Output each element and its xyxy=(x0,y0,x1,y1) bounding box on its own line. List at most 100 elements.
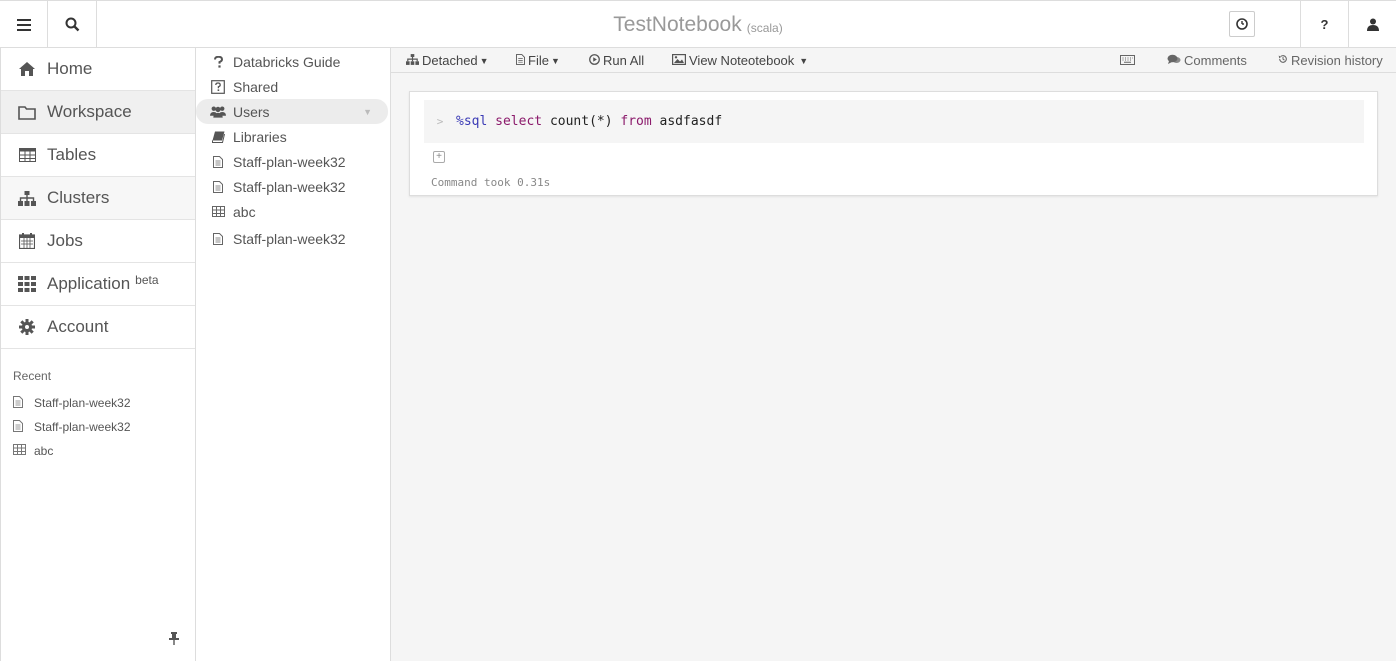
schedule-button[interactable] xyxy=(1229,11,1255,37)
nav-clusters[interactable]: Clusters xyxy=(1,177,195,220)
pin-icon[interactable] xyxy=(169,632,179,648)
file-icon xyxy=(210,180,226,193)
notebook-cell[interactable]: > %sql select count(*) from asdfasdf + C… xyxy=(409,91,1378,196)
table-icon xyxy=(210,206,226,217)
sitemap-icon xyxy=(17,188,37,208)
left-sidebar: Home Workspace Tables Clusters Jobs Appl… xyxy=(0,48,196,661)
recent-item[interactable]: Staff-plan-week32 xyxy=(13,391,195,415)
table-icon xyxy=(13,444,27,458)
nav-clusters-label: Clusters xyxy=(47,188,110,207)
calendar-icon xyxy=(17,231,37,251)
comments-button[interactable]: Comments xyxy=(1167,48,1247,73)
user-menu-button[interactable] xyxy=(1348,1,1396,48)
file-menu-label: File xyxy=(528,53,549,68)
tree-item-shared[interactable]: Shared xyxy=(196,74,390,99)
comments-icon xyxy=(1167,54,1181,68)
run-all-label: Run All xyxy=(603,53,645,68)
workspace-tree: Databricks Guide Shared Users ▼ Librarie… xyxy=(196,48,391,661)
tree-item-label: abc xyxy=(233,203,256,220)
clock-icon xyxy=(1236,18,1248,30)
nav-account-label: Account xyxy=(47,317,109,336)
users-icon xyxy=(210,105,226,118)
play-circle-icon xyxy=(589,53,600,68)
sitemap-icon xyxy=(406,53,419,68)
revision-history-button[interactable]: Revision history xyxy=(1278,48,1383,73)
code-keyword-select: select xyxy=(495,114,543,129)
question-icon xyxy=(210,55,226,68)
file-icon xyxy=(13,419,27,435)
notebook-name[interactable]: TestNotebook xyxy=(613,13,741,37)
nav-home[interactable]: Home xyxy=(1,48,195,91)
comments-label: Comments xyxy=(1184,53,1247,68)
top-bar: TestNotebook (scala) ? xyxy=(0,0,1396,48)
keyboard-shortcuts-button[interactable] xyxy=(1120,48,1135,73)
caret-down-icon[interactable]: ▼ xyxy=(363,107,372,117)
caret-down-icon: ▼ xyxy=(799,55,809,66)
caret-down-icon: ▼ xyxy=(550,55,560,66)
tree-item-libraries[interactable]: Libraries xyxy=(196,124,390,149)
tree-item-notebook[interactable]: Staff-plan-week32 xyxy=(196,226,390,251)
nav-jobs-label: Jobs xyxy=(47,231,83,250)
gear-icon xyxy=(17,317,37,337)
tree-item-label: Databricks Guide xyxy=(233,53,341,70)
tree-item-label: Staff-plan-week32 xyxy=(233,153,346,170)
code-table-name: asdfasdf xyxy=(659,114,723,129)
nav-account[interactable]: Account xyxy=(1,306,195,349)
code-editor[interactable]: > %sql select count(*) from asdfasdf xyxy=(424,100,1364,143)
view-menu-label: View Noteotebook xyxy=(689,53,795,68)
nav-tables[interactable]: Tables xyxy=(1,134,195,177)
question-box-icon xyxy=(210,79,226,94)
nav-workspace-label: Workspace xyxy=(47,102,132,121)
file-icon xyxy=(210,232,226,245)
tree-item-databricks-guide[interactable]: Databricks Guide xyxy=(196,49,390,74)
revision-history-label: Revision history xyxy=(1291,53,1383,68)
nav-workspace[interactable]: Workspace xyxy=(1,91,195,134)
home-icon xyxy=(17,59,37,79)
notebook-toolbar: Detached ▼ File ▼ Run All View Noteotebo… xyxy=(391,48,1396,73)
folder-icon xyxy=(17,102,37,122)
tree-item-table[interactable]: abc xyxy=(196,199,390,224)
help-button[interactable]: ? xyxy=(1300,1,1348,48)
file-icon xyxy=(210,155,226,168)
tree-item-notebook[interactable]: Staff-plan-week32 xyxy=(196,149,390,174)
command-duration: Command took 0.31s xyxy=(431,176,551,189)
detached-label: Detached xyxy=(422,53,478,68)
tree-item-label: Shared xyxy=(233,78,279,95)
book-icon xyxy=(210,131,226,143)
recent-item-label: abc xyxy=(34,444,54,458)
cell-expand-icon[interactable]: > xyxy=(424,115,456,128)
tree-item-notebook[interactable]: Staff-plan-week32 xyxy=(196,174,390,199)
tree-item-label: Libraries xyxy=(233,128,287,145)
run-all-button[interactable]: Run All xyxy=(589,48,644,73)
user-icon xyxy=(1366,18,1379,31)
file-icon xyxy=(13,395,27,411)
cluster-attach-dropdown[interactable]: Detached ▼ xyxy=(406,48,489,73)
code-keyword-from: from xyxy=(620,114,652,129)
keyboard-icon xyxy=(1120,53,1135,68)
nav-jobs[interactable]: Jobs xyxy=(1,220,195,263)
caret-down-icon: ▼ xyxy=(479,55,489,66)
grid-icon xyxy=(17,274,37,294)
notebook-title: TestNotebook (scala) xyxy=(0,1,1396,48)
table-icon xyxy=(17,145,37,165)
code-expression: count(*) xyxy=(549,114,613,129)
tree-item-users[interactable]: Users ▼ xyxy=(196,99,388,124)
help-icon: ? xyxy=(1320,17,1329,32)
recent-item-label: Staff-plan-week32 xyxy=(34,396,131,410)
tree-item-label: Staff-plan-week32 xyxy=(233,178,346,195)
nav-application[interactable]: Application beta xyxy=(1,263,195,306)
image-icon xyxy=(672,53,687,68)
recent-section: Recent Staff-plan-week32 Staff-plan-week… xyxy=(1,349,195,463)
recent-item[interactable]: abc xyxy=(13,439,195,463)
file-menu[interactable]: File ▼ xyxy=(516,48,560,73)
view-menu[interactable]: View Noteotebook ▼ xyxy=(672,48,808,73)
nav-home-label: Home xyxy=(47,59,93,78)
tree-item-label: Staff-plan-week32 xyxy=(233,230,346,247)
notebook-language: (scala) xyxy=(746,20,783,35)
file-icon xyxy=(516,53,525,68)
history-icon xyxy=(1278,54,1288,67)
recent-item-label: Staff-plan-week32 xyxy=(34,420,131,434)
add-cell-icon[interactable]: + xyxy=(433,151,445,163)
recent-item[interactable]: Staff-plan-week32 xyxy=(13,415,195,439)
code-magic: %sql xyxy=(456,114,488,129)
